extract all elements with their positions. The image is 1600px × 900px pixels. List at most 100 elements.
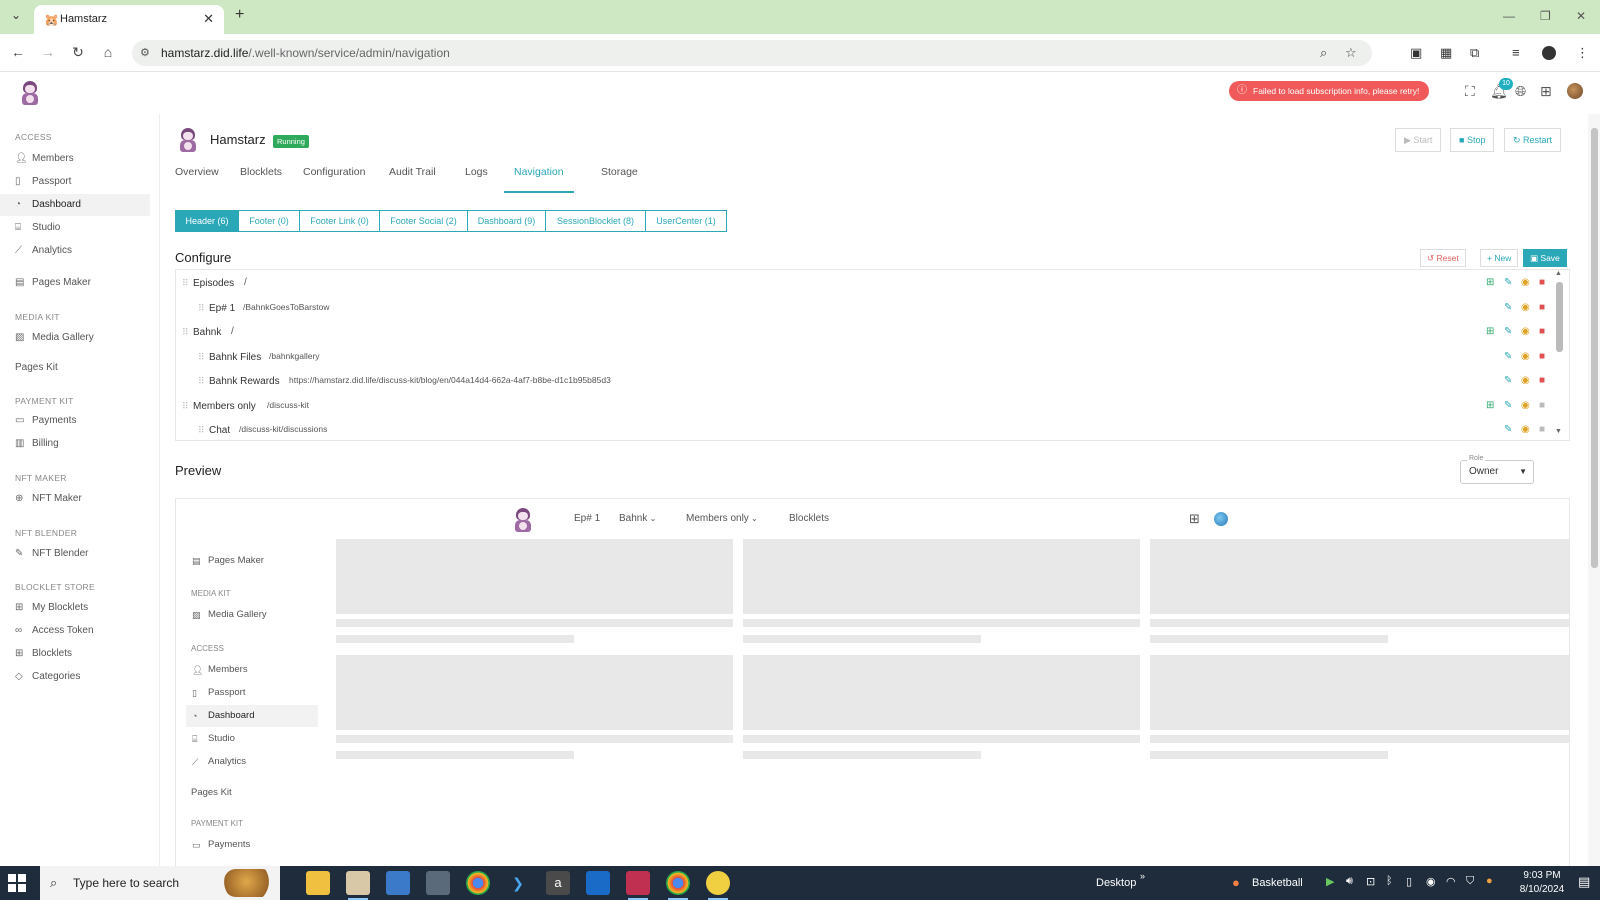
tab-navigation[interactable]: Navigation xyxy=(514,166,564,178)
display-app-icon[interactable] xyxy=(386,871,410,895)
tab-overview[interactable]: Overview xyxy=(175,166,219,178)
network-icon[interactable]: ⊡ xyxy=(1366,875,1375,888)
nav-item-row[interactable]: ⠿ Ep# 1 /BahnkGoesToBarstow ✎ ◉ ■ xyxy=(176,297,1551,321)
profile-avatar-icon[interactable] xyxy=(1542,46,1556,60)
pinned-app-icon[interactable] xyxy=(626,871,650,900)
nav-item-row[interactable]: ⠿ Bahnk Rewards https://hamstarz.did.lif… xyxy=(176,370,1551,394)
zoom-icon[interactable]: ⌕ xyxy=(1320,45,1327,61)
window-close-icon[interactable]: ✕ xyxy=(1576,9,1586,23)
amazon-icon[interactable]: a xyxy=(546,871,570,895)
subtab-footer-link[interactable]: Footer Link (0) xyxy=(299,210,380,232)
user-avatar[interactable] xyxy=(1567,83,1583,99)
drag-handle-icon[interactable]: ⠿ xyxy=(198,352,205,363)
new-button[interactable]: + New xyxy=(1480,249,1519,267)
volume-icon[interactable]: 🔊︎ xyxy=(1346,875,1353,888)
delete-trash-icon[interactable]: ■ xyxy=(1539,424,1545,435)
edit-pencil-icon[interactable]: ✎ xyxy=(1504,326,1512,337)
subtab-user-center[interactable]: UserCenter (1) xyxy=(645,210,727,232)
hamstarz-logo[interactable] xyxy=(19,81,41,105)
edit-pencil-icon[interactable]: ✎ xyxy=(1504,277,1512,288)
battery-icon[interactable]: ▯ xyxy=(1406,875,1412,888)
restart-button[interactable]: ↻ Restart xyxy=(1504,128,1562,152)
delete-trash-icon[interactable]: ■ xyxy=(1539,375,1545,386)
browser-tab[interactable]: 🐹 Hamstarz ✕ xyxy=(34,5,224,34)
fullscreen-icon[interactable]: ⛶ xyxy=(1465,83,1475,100)
sidebar-item-members[interactable]: 👤︎ Members xyxy=(0,148,150,170)
preview-sidebar-members[interactable]: 👤︎ Members xyxy=(186,659,318,681)
preview-apps-grid-icon[interactable]: ⊞ xyxy=(1189,511,1200,527)
close-tab-icon[interactable]: ✕ xyxy=(203,11,214,27)
calculator-icon[interactable] xyxy=(426,871,450,895)
shield-tray-icon[interactable]: ⛉ xyxy=(1466,875,1474,888)
visibility-eye-icon[interactable]: ◉ xyxy=(1521,351,1530,362)
address-bar[interactable]: ⚙ hamstarz.did.life/.well-known/service/… xyxy=(132,40,1372,66)
subtab-footer[interactable]: Footer (0) xyxy=(238,210,300,232)
puzzle-extensions-icon[interactable]: ⧉ xyxy=(1470,45,1479,61)
reload-icon[interactable]: ↻ xyxy=(68,44,88,61)
sidebar-item-payments[interactable]: ▭ Payments xyxy=(0,410,150,432)
sidebar-item-passport[interactable]: ▯ Passport xyxy=(0,171,150,193)
minimize-icon[interactable]: — xyxy=(1503,9,1515,23)
drag-handle-icon[interactable]: ⠿ xyxy=(198,303,205,314)
sidebar-item-nft-blender[interactable]: ✎ NFT Blender xyxy=(0,543,150,565)
media-play-icon[interactable]: ▶ xyxy=(1326,875,1334,888)
visibility-eye-icon[interactable]: ◉ xyxy=(1521,375,1530,386)
save-button[interactable]: ▣ Save xyxy=(1523,249,1567,267)
vscode-icon[interactable]: ❯ xyxy=(506,871,530,895)
subtab-session-blocklet[interactable]: SessionBlocklet (8) xyxy=(545,210,646,232)
hamster-app-icon[interactable] xyxy=(346,871,370,900)
tab-logs[interactable]: Logs xyxy=(465,166,488,178)
preview-sidebar-payments[interactable]: ▭ Payments xyxy=(186,834,318,856)
add-child-icon[interactable]: ⊞ xyxy=(1486,400,1494,411)
edit-pencil-icon[interactable]: ✎ xyxy=(1504,424,1512,435)
sidebar-item-dashboard[interactable]: ◔ Dashboard xyxy=(0,194,150,216)
restore-icon[interactable]: ❐ xyxy=(1540,9,1551,23)
desktop-toolbar-label[interactable]: Desktop xyxy=(1096,877,1136,889)
visibility-eye-icon[interactable]: ◉ xyxy=(1521,277,1530,288)
scroll-down-icon[interactable]: ▼ xyxy=(1555,428,1562,435)
tab-configuration[interactable]: Configuration xyxy=(303,166,365,178)
drag-handle-icon[interactable]: ⠿ xyxy=(182,278,189,289)
tab-list-chevron-icon[interactable]: ⌄ xyxy=(6,8,26,26)
visibility-eye-icon[interactable]: ◉ xyxy=(1521,326,1530,337)
edit-pencil-icon[interactable]: ✎ xyxy=(1504,302,1512,313)
visibility-eye-icon[interactable]: ◉ xyxy=(1521,400,1530,411)
chrome-active-icon[interactable] xyxy=(666,871,690,900)
delete-trash-icon[interactable]: ■ xyxy=(1539,326,1545,337)
chrome-tray-icon[interactable]: ◉ xyxy=(1426,875,1436,888)
sidebar-item-access-token[interactable]: ∞ Access Token xyxy=(0,620,150,642)
edit-pencil-icon[interactable]: ✎ xyxy=(1504,400,1512,411)
visibility-eye-icon[interactable]: ◉ xyxy=(1521,302,1530,313)
bluetooth-icon[interactable]: ᛒ xyxy=(1386,875,1393,887)
scroll-up-icon[interactable]: ▲ xyxy=(1555,270,1562,277)
delete-trash-icon[interactable]: ■ xyxy=(1539,302,1545,313)
home-icon[interactable]: ⌂ xyxy=(98,44,118,60)
nav-item-row[interactable]: ⠿ Bahnk / ⊞ ✎ ◉ ■ xyxy=(176,321,1551,345)
preview-nav-blocklets[interactable]: Blocklets xyxy=(789,513,829,524)
clock-date[interactable]: 8/10/2024 xyxy=(1512,884,1572,895)
chrome-icon[interactable] xyxy=(466,871,490,895)
grid-extension-icon[interactable]: ▦ xyxy=(1440,45,1452,61)
preview-sidebar-pages-kit[interactable]: Pages Kit xyxy=(191,787,232,798)
sidebar-item-nft-maker[interactable]: ⊕ NFT Maker xyxy=(0,488,150,510)
sidebar-item-media-gallery[interactable]: ▨ Media Gallery xyxy=(0,327,150,349)
tab-audit-trail[interactable]: Audit Trail xyxy=(389,166,436,178)
delete-trash-icon[interactable]: ■ xyxy=(1539,351,1545,362)
taskbar-search-box[interactable]: ⌕ Type here to search xyxy=(40,866,280,900)
delete-trash-icon[interactable]: ■ xyxy=(1539,400,1545,411)
browser-menu-icon[interactable]: ⋮ xyxy=(1576,45,1589,61)
weather-tray-icon[interactable]: ● xyxy=(1486,875,1493,887)
preview-globe-icon[interactable] xyxy=(1214,512,1228,526)
start-button[interactable]: ▶ Start xyxy=(1395,128,1442,152)
preview-nav-members-only[interactable]: Members only ⌄ xyxy=(686,513,758,524)
extension-icon[interactable]: ▣ xyxy=(1410,45,1422,61)
file-explorer-icon[interactable] xyxy=(306,871,330,895)
new-tab-plus-icon[interactable]: + xyxy=(235,6,244,24)
page-scrollbar[interactable] xyxy=(1588,114,1600,866)
sidebar-item-billing[interactable]: ▥ Billing xyxy=(0,433,150,455)
tab-storage[interactable]: Storage xyxy=(601,166,638,178)
forward-arrow-icon[interactable]: → xyxy=(38,44,58,60)
language-globe-icon[interactable]: 🌐︎ xyxy=(1515,83,1526,100)
reset-button[interactable]: ↺ Reset xyxy=(1420,249,1466,267)
add-child-icon[interactable]: ⊞ xyxy=(1486,277,1494,288)
